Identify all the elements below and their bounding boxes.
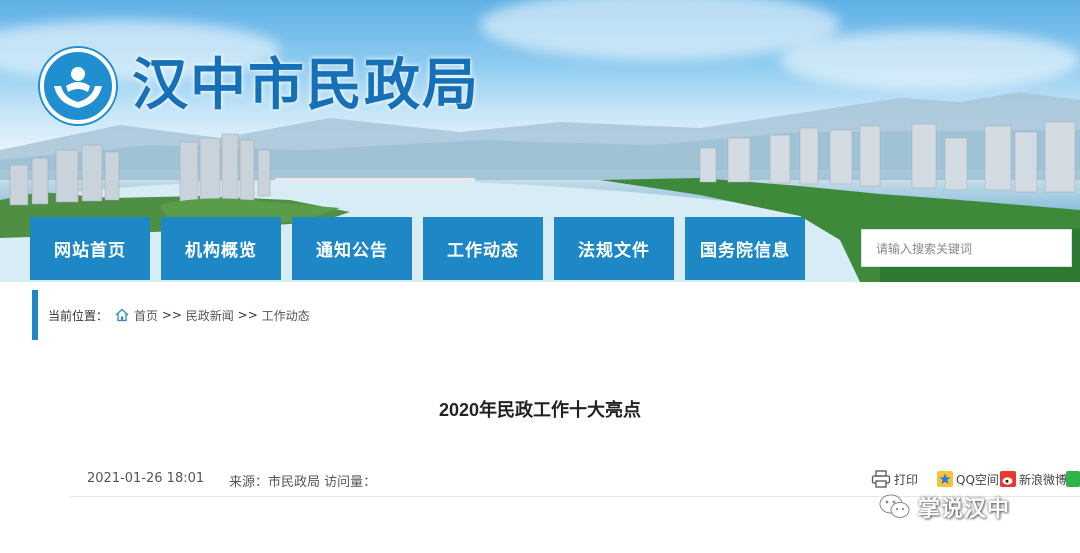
article-date: 2021-01-26 18:01 (87, 471, 205, 486)
qzone-icon (937, 471, 953, 487)
print-button[interactable]: 打印 (871, 470, 918, 488)
article-meta: 2021-01-26 18:01 来源： 市民政局 访问量： (87, 471, 376, 490)
nav-item-work-news[interactable]: 工作动态 (423, 217, 543, 280)
nav-item-regulations[interactable]: 法规文件 (554, 217, 674, 280)
logo-emblem[interactable] (40, 48, 116, 124)
home-icon[interactable] (114, 307, 130, 323)
nav-item-home[interactable]: 网站首页 (30, 217, 150, 280)
breadcrumb-news-link[interactable]: 民政新闻 (186, 307, 234, 324)
watermark: 掌说汉中 (878, 489, 1010, 525)
logo-emblem-icon (54, 67, 102, 108)
breadcrumb-separator: >> (237, 308, 258, 322)
wechat-watermark-icon (879, 494, 910, 518)
nav-item-notices[interactable]: 通知公告 (292, 217, 412, 280)
views-label: 访问量： (324, 475, 377, 490)
print-label: 打印 (894, 472, 919, 487)
search-input[interactable]: 请输入搜索关键词 (861, 229, 1072, 267)
nav-item-state-council[interactable]: 国务院信息 (685, 217, 805, 280)
wechat-icon (1066, 471, 1080, 487)
article-source: 市民政局 (267, 475, 320, 490)
breadcrumb-prefix: 当前位置： (48, 308, 109, 323)
breadcrumb-separator: >> (161, 308, 182, 322)
nav-item-overview[interactable]: 机构概览 (161, 217, 281, 280)
watermark-text: 掌说汉中 (918, 497, 1011, 522)
weibo-label: 新浪微博 (1019, 472, 1068, 487)
share-qzone-button[interactable]: QQ空间 (937, 470, 999, 488)
qzone-label: QQ空间 (956, 472, 999, 487)
meta-spacer (204, 471, 229, 490)
breadcrumb-work-link[interactable]: 工作动态 (262, 307, 310, 324)
print-icon (871, 470, 891, 488)
share-weibo-button[interactable]: 新浪微博 (1000, 470, 1067, 488)
article-title: 2020年民政工作十大亮点 (438, 400, 642, 420)
breadcrumb-home-link[interactable]: 首页 (134, 307, 158, 324)
share-wechat-button[interactable] (1066, 470, 1080, 488)
site-title: 汉中市民政局 (132, 52, 480, 118)
breadcrumb: 当前位置： 首页 >> 民政新闻 >> 工作动态 (48, 306, 310, 324)
weibo-icon (1000, 471, 1016, 487)
breadcrumb-accent-bar (32, 290, 38, 340)
source-label: 来源： (228, 475, 268, 490)
